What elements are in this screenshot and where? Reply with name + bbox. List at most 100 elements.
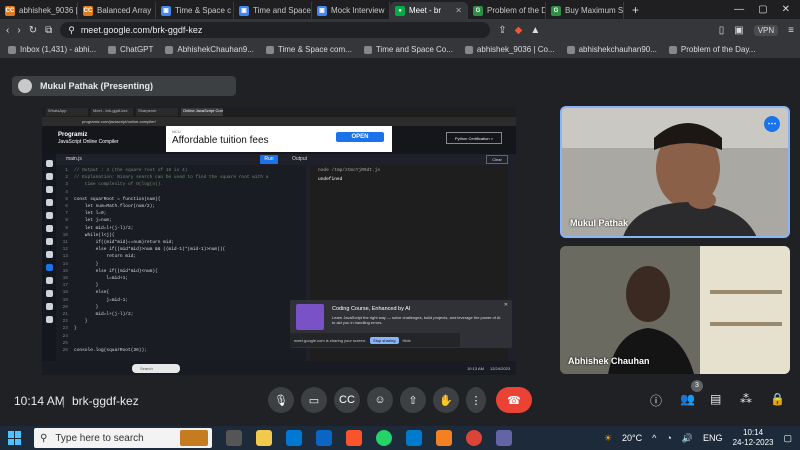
end-call-button[interactable]: ☎	[496, 387, 532, 413]
participant-tile-1[interactable]: Mukul Pathak ⋯	[560, 106, 790, 238]
browser-tab[interactable]: ▣Time and Space✕	[234, 2, 312, 19]
swift-icon	[45, 303, 53, 310]
close-window-icon[interactable]: ✕	[782, 4, 790, 15]
file-explorer-icon[interactable]	[256, 430, 272, 446]
bookmark-page-icon[interactable]: ⧉	[45, 25, 52, 36]
taskbar-search-placeholder: Type here to search	[55, 432, 144, 444]
bookmark-item[interactable]: Time & Space com...	[265, 45, 352, 54]
bookmark-item[interactable]: Inbox (1,431) - abhi...	[8, 45, 96, 54]
brave-icon[interactable]	[346, 430, 362, 446]
brave-shield-icon[interactable]: ◆	[515, 25, 523, 36]
browser-tab[interactable]: ▣Time & Space c✕	[156, 2, 234, 19]
bookmark-favicon-icon	[668, 45, 677, 54]
code-text: }	[74, 283, 99, 289]
tab-favicon-icon: CC	[5, 5, 15, 16]
url-field[interactable]: ⚲ meet.google.com/brk-ggdf-kez	[60, 22, 491, 38]
code-editor: 1// Output : 4 (the square root of 16 is…	[56, 165, 306, 361]
tab-close-icon[interactable]: ✕	[455, 6, 462, 15]
line-number: 26	[62, 348, 68, 353]
ad-title: Affordable tuition fees	[172, 135, 269, 146]
volume-icon[interactable]: 🔊	[682, 433, 693, 444]
output-line: node /tmp/ztmcYjR9dt.js	[318, 168, 381, 173]
raise-hand-button[interactable]: ✋	[433, 387, 459, 413]
shared-tab: WhatsApp	[46, 108, 88, 116]
ad-banner: NCU Affordable tuition fees OPEN	[166, 126, 392, 152]
camera-button[interactable]: ▭	[301, 387, 327, 413]
people-icon[interactable]: 👥	[680, 392, 695, 406]
reload-icon[interactable]: ↻	[29, 25, 37, 36]
shared-address-bar: programiz.com/javascript/online-compiler…	[42, 117, 516, 126]
tab-title: Mock Interview	[331, 6, 385, 15]
site-info-icon[interactable]: ⚲	[68, 25, 75, 36]
more-options-icon[interactable]: ⋯	[764, 116, 780, 132]
separator: |	[62, 394, 66, 408]
wallet-icon[interactable]: ▣	[734, 25, 743, 36]
present-button[interactable]: ⇧	[400, 387, 426, 413]
html-icon	[45, 199, 53, 206]
csharp-icon	[45, 251, 53, 258]
address-bar-row: ‹ › ↻ ⧉ ⚲ meet.google.com/brk-ggdf-kez ⇪…	[0, 19, 800, 41]
tab-favicon-icon: ▣	[317, 5, 327, 16]
bookmark-favicon-icon	[8, 45, 16, 54]
minimize-icon[interactable]: —	[734, 4, 744, 15]
vscode-icon[interactable]	[406, 430, 422, 446]
shared-tab-bar: WhatsApp Meet - brk-ggdf-kez Sharpener Onli…	[42, 107, 516, 117]
reactions-button[interactable]: ☺	[367, 387, 393, 413]
browser-tab[interactable]: GBuy Maximum S✕	[546, 2, 624, 19]
bookmark-item[interactable]: abhishekchauhan90...	[566, 45, 657, 54]
shared-screen: WhatsApp Meet - brk-ggdf-kez Sharpener Onli…	[42, 107, 516, 375]
sublime-icon[interactable]	[436, 430, 452, 446]
new-tab-icon[interactable]: +	[624, 3, 647, 17]
weather-icon[interactable]: ☀	[604, 433, 612, 444]
bookmark-item[interactable]: Time and Space Co...	[363, 45, 453, 54]
weather-text[interactable]: 20°C	[622, 433, 642, 443]
network-icon[interactable]: ◔	[666, 433, 671, 443]
participant-tile-2[interactable]: Abhishek Chauhan	[560, 246, 790, 374]
task-view-icon[interactable]	[226, 430, 242, 446]
taskbar-search[interactable]: ⚲ Type here to search	[34, 428, 212, 448]
notification-icon[interactable]: ▢	[783, 433, 792, 444]
activities-icon[interactable]: ⁂	[740, 392, 752, 406]
brave-rewards-icon[interactable]: ▲	[530, 25, 540, 36]
chrome-icon[interactable]	[466, 430, 482, 446]
shared-search: Search	[132, 363, 180, 373]
sidebar-icon[interactable]: ▯	[719, 25, 725, 36]
code-text: mid=l+(j-l)/2;	[74, 312, 134, 317]
info-icon[interactable]: ⓘ	[650, 392, 662, 409]
bookmark-label: abhishekchauhan90...	[578, 45, 657, 54]
menu-icon[interactable]: ≡	[788, 25, 794, 36]
windows-start-icon[interactable]	[8, 431, 22, 445]
r-icon	[45, 173, 53, 180]
browser-tab[interactable]: ▣Mock Interview✕	[312, 2, 390, 19]
rust-icon	[45, 316, 53, 323]
share-icon[interactable]: ⇪	[498, 25, 506, 36]
mail-icon[interactable]	[316, 430, 332, 446]
store-icon[interactable]	[286, 430, 302, 446]
whatsapp-icon[interactable]	[376, 430, 392, 446]
forward-icon[interactable]: ›	[17, 25, 20, 36]
back-icon[interactable]: ‹	[6, 25, 9, 36]
mic-button[interactable]: 🎙	[268, 387, 294, 413]
more-button[interactable]: ⋮	[466, 387, 486, 413]
bookmark-item[interactable]: abhishek_9036 | Co...	[464, 45, 555, 54]
browser-tab[interactable]: CCBalanced Array✕	[78, 2, 156, 19]
maximize-icon[interactable]: ▢	[758, 4, 767, 15]
java-icon	[45, 212, 53, 219]
bookmark-favicon-icon	[464, 45, 473, 54]
browser-tab[interactable]: CCabhishek_9036 |✕	[0, 2, 78, 19]
tray-chevron-icon[interactable]: ^	[652, 433, 656, 443]
language-indicator[interactable]: ENG	[703, 433, 723, 443]
screen-sharing-bar: meet.google.com is sharing your screen. …	[290, 333, 460, 347]
chat-icon[interactable]: ▤	[710, 392, 721, 406]
vpn-button[interactable]: VPN	[753, 24, 779, 36]
windows-taskbar: ⚲ Type here to search ☀ 20°C ^ ◔ 🔊 ENG 1…	[0, 426, 800, 450]
bookmark-item[interactable]: Problem of the Day...	[668, 45, 755, 54]
bookmark-item[interactable]: AbhishekChauhan9...	[165, 45, 254, 54]
bookmark-item[interactable]: ChatGPT	[108, 45, 153, 54]
taskbar-clock[interactable]: 10:14 24-12-2023	[733, 428, 774, 448]
captions-button[interactable]: CC	[334, 387, 360, 413]
browser-tab[interactable]: GProblem of the D✕	[468, 2, 546, 19]
teams-icon[interactable]	[496, 430, 512, 446]
browser-tab[interactable]: ● Meet - br ✕	[390, 2, 468, 19]
host-controls-icon[interactable]: 🔒	[770, 392, 785, 406]
